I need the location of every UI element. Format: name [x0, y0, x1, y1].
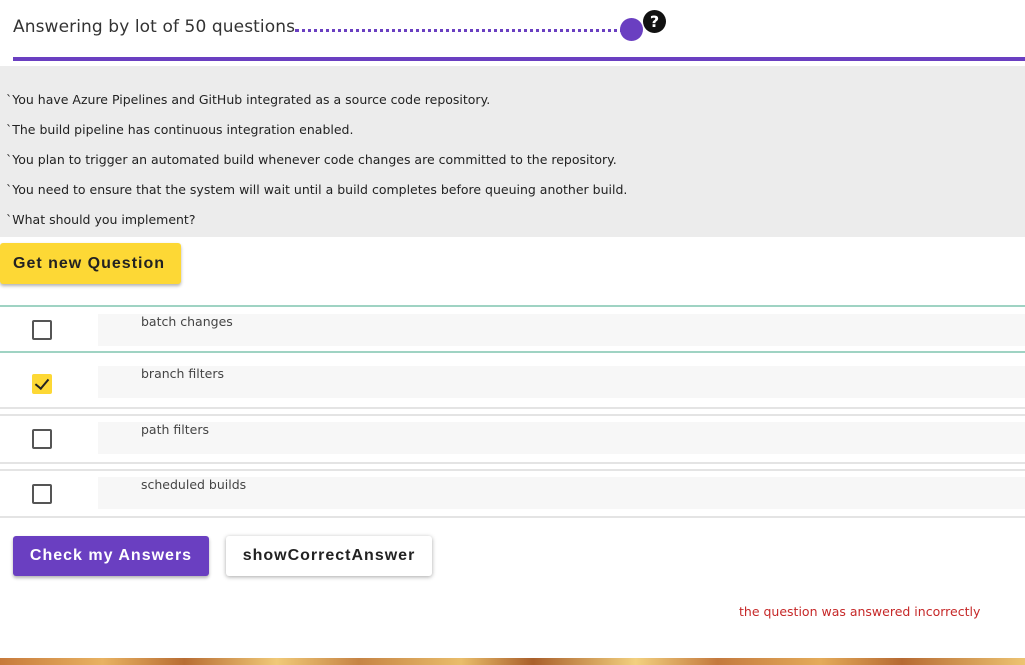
checkmark-icon: [34, 374, 50, 391]
background-image-strip: [0, 658, 1025, 665]
answer-checkbox[interactable]: [32, 484, 52, 504]
question-line: `You need to ensure that the system will…: [6, 182, 628, 197]
answer-option[interactable]: batch changes: [0, 307, 1025, 357]
answer-label-box[interactable]: batch changes: [98, 314, 1025, 346]
answer-separator: [0, 462, 1025, 464]
question-panel: `You have Azure Pipelines and GitHub int…: [0, 66, 1025, 237]
answer-option[interactable]: branch filters: [0, 361, 1025, 411]
answer-checkbox[interactable]: [32, 429, 52, 449]
answer-label-box[interactable]: path filters: [98, 422, 1025, 454]
answer-label-box[interactable]: scheduled builds: [98, 477, 1025, 509]
answer-separator: [0, 351, 1025, 353]
answer-checkbox-checked[interactable]: [32, 374, 52, 394]
answer-option[interactable]: scheduled builds: [0, 471, 1025, 521]
check-answers-button[interactable]: Check my Answers: [13, 536, 209, 576]
answer-option[interactable]: path filters: [0, 416, 1025, 466]
lot-size-slider-track[interactable]: [295, 29, 631, 32]
question-line: `You have Azure Pipelines and GitHub int…: [6, 92, 491, 107]
answer-separator: [0, 516, 1025, 518]
lot-size-slider-thumb[interactable]: [620, 18, 643, 41]
header-divider: [13, 57, 1025, 61]
show-correct-answer-button[interactable]: showCorrectAnswer: [226, 536, 432, 576]
get-new-question-button[interactable]: Get new Question: [0, 243, 181, 284]
result-message: the question was answered incorrectly: [739, 604, 981, 619]
answer-separator: [0, 407, 1025, 409]
lot-size-label: Answering by lot of 50 questions.: [13, 17, 301, 37]
question-line: `You plan to trigger an automated build …: [6, 152, 617, 167]
answer-label: path filters: [141, 422, 209, 437]
answer-label-box[interactable]: branch filters: [98, 366, 1025, 398]
answer-label: branch filters: [141, 366, 225, 381]
question-line: `What should you implement?: [6, 212, 196, 227]
question-line: `The build pipeline has continuous integ…: [6, 122, 354, 137]
answer-checkbox[interactable]: [32, 320, 52, 340]
top-bar: Answering by lot of 50 questions. ?: [0, 0, 1025, 58]
help-icon[interactable]: ?: [643, 10, 666, 33]
answer-label: batch changes: [141, 314, 233, 329]
answer-label: scheduled builds: [141, 477, 247, 492]
